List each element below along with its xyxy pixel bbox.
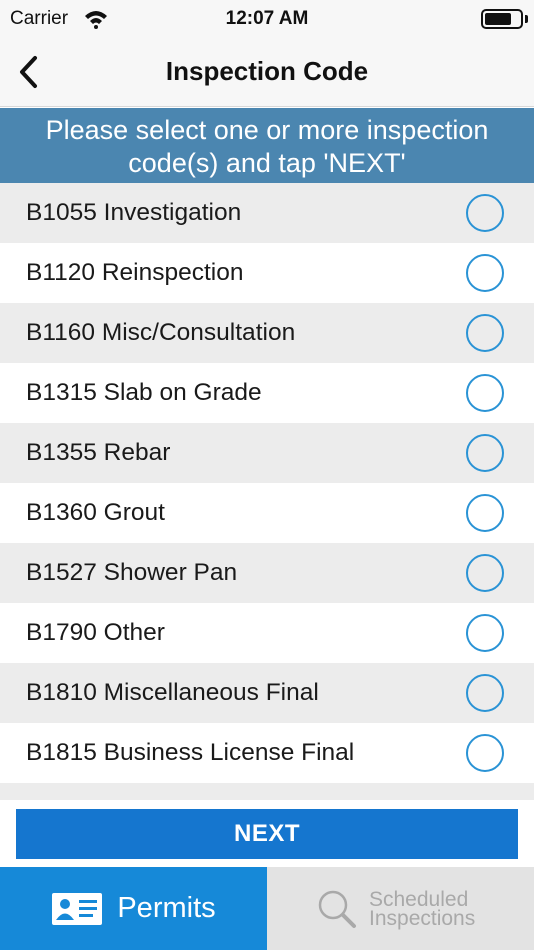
- list-item-label: B1815 Business License Final: [26, 739, 355, 766]
- list-item-b1360[interactable]: B1360 Grout: [0, 483, 534, 543]
- list-item-b1527[interactable]: B1527 Shower Pan: [0, 543, 534, 603]
- list-item-b1810[interactable]: B1810 Miscellaneous Final: [0, 663, 534, 723]
- instruction-banner: Please select one or more inspection cod…: [0, 108, 534, 183]
- inspection-code-list[interactable]: B1055 Investigation B1120 Reinspection B…: [0, 183, 534, 800]
- list-item-label: B1360 Grout: [26, 499, 165, 526]
- list-item-label: B1315 Slab on Grade: [26, 379, 262, 406]
- list-item-b1790[interactable]: B1790 Other: [0, 603, 534, 663]
- tab-scheduled-line-2: Inspections: [369, 906, 476, 930]
- list-item-b1815[interactable]: B1815 Business License Final: [0, 723, 534, 783]
- radio-button[interactable]: [466, 494, 504, 532]
- list-item-label: B1790 Other: [26, 619, 165, 646]
- list-item-label: B1055 Investigation: [26, 199, 242, 226]
- radio-button[interactable]: [466, 734, 504, 772]
- page-title: Inspection Code: [165, 56, 369, 86]
- status-time: 12:07 AM: [225, 8, 309, 29]
- radio-button[interactable]: [466, 434, 504, 472]
- banner-line-1: Please select one or more inspection: [45, 115, 489, 145]
- radio-button[interactable]: [466, 374, 504, 412]
- battery-icon: [481, 9, 523, 29]
- next-button[interactable]: NEXT: [16, 809, 518, 859]
- battery-tip: [525, 15, 528, 23]
- list-item-label: B1120 Reinspection: [26, 259, 244, 286]
- tab-bar: Permits Scheduled Inspections: [0, 867, 534, 950]
- tab-permits[interactable]: Permits: [0, 867, 267, 950]
- tab-scheduled-inspections[interactable]: Scheduled Inspections: [267, 867, 534, 950]
- list-item-partial[interactable]: [0, 783, 534, 800]
- radio-button[interactable]: [466, 614, 504, 652]
- list-item-b1355[interactable]: B1355 Rebar: [0, 423, 534, 483]
- id-card-icon: [52, 892, 103, 925]
- list-item-label: B1810 Miscellaneous Final: [26, 679, 319, 706]
- tab-permits-label: Permits: [117, 892, 216, 924]
- list-item-label: B1527 Shower Pan: [26, 559, 238, 586]
- banner-line-2: code(s) and tap 'NEXT': [128, 148, 406, 178]
- radio-button[interactable]: [466, 674, 504, 712]
- radio-button[interactable]: [466, 314, 504, 352]
- radio-button[interactable]: [466, 254, 504, 292]
- status-bar: Carrier 12:07 AM: [0, 0, 534, 40]
- radio-button[interactable]: [466, 554, 504, 592]
- list-item-label: B1355 Rebar: [26, 439, 171, 466]
- navigation-bar: Inspection Code: [0, 40, 534, 107]
- list-item-b1315[interactable]: B1315 Slab on Grade: [0, 363, 534, 423]
- radio-button[interactable]: [466, 194, 504, 232]
- tab-scheduled-label: Scheduled Inspections: [369, 887, 509, 930]
- list-item-b1160[interactable]: B1160 Misc/Consultation: [0, 303, 534, 363]
- list-item-b1055[interactable]: B1055 Investigation: [0, 183, 534, 243]
- list-item-b1120[interactable]: B1120 Reinspection: [0, 243, 534, 303]
- footer-area: NEXT: [0, 800, 534, 867]
- search-icon: [318, 890, 356, 928]
- list-item-label: B1160 Misc/Consultation: [26, 319, 296, 346]
- tab-scheduled-line-1: Scheduled: [369, 887, 469, 911]
